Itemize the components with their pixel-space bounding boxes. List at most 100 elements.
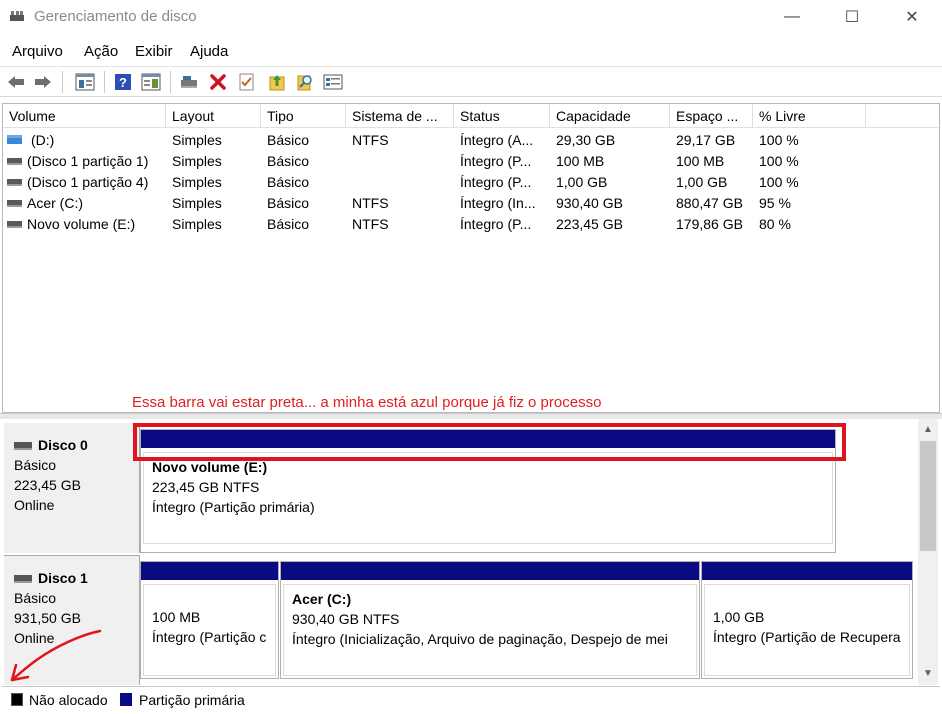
help-button[interactable]: ? xyxy=(112,72,134,92)
connect-drive-icon xyxy=(181,76,197,88)
partition-bar xyxy=(702,562,912,580)
details-icon xyxy=(323,74,343,90)
column-header-tipo[interactable]: Tipo xyxy=(261,104,346,128)
menu-arquivo[interactable]: Arquivo xyxy=(12,43,63,60)
column-header-capacidade[interactable]: Capacidade xyxy=(550,104,670,128)
cell-volume: Novo volume (E:) xyxy=(27,216,136,232)
checklist-button[interactable] xyxy=(236,72,258,92)
partition-size: 1,00 GB xyxy=(713,609,765,625)
back-arrow-icon xyxy=(8,76,24,88)
svg-text:?: ? xyxy=(119,75,127,90)
toolbar-separator xyxy=(62,71,63,93)
partition-status: Íntegro (Partição primária) xyxy=(152,499,315,515)
minimize-button[interactable]: — xyxy=(762,0,822,34)
cell-fs: NTFS xyxy=(352,195,389,211)
scroll-up-icon[interactable]: ▲ xyxy=(922,425,934,435)
forward-button[interactable] xyxy=(32,72,54,92)
partition-bar xyxy=(141,562,278,580)
cell-status: Íntegro (P... xyxy=(460,174,532,190)
cell-livre: 100 % xyxy=(759,174,799,190)
partition-disco1-p4[interactable]: 1,00 GB Íntegro (Partição de Recupera xyxy=(701,561,913,679)
partition-bar xyxy=(281,562,699,580)
highlight-box xyxy=(133,423,846,461)
table-row[interactable]: Novo volume (E:) Simples Básico NTFS Ínt… xyxy=(3,214,941,235)
disk-management-app-icon xyxy=(10,11,24,21)
menu-exibir[interactable]: Exibir xyxy=(135,43,173,60)
partition-body: 1,00 GB Íntegro (Partição de Recupera xyxy=(704,584,910,676)
partition-disco1-p1[interactable]: 100 MB Íntegro (Partição c xyxy=(140,561,279,679)
window-title: Gerenciamento de disco xyxy=(34,8,197,25)
drive-icon xyxy=(7,200,22,207)
partition-acer[interactable]: Acer (C:) 930,40 GB NTFS Íntegro (Inicia… xyxy=(280,561,700,679)
column-header-sistema[interactable]: Sistema de ... xyxy=(346,104,454,128)
column-header-espaco[interactable]: Espaço ... xyxy=(670,104,753,128)
partition-status: Íntegro (Partição de Recupera xyxy=(713,629,901,645)
cell-volume: (D:) xyxy=(31,132,55,148)
cell-tipo: Básico xyxy=(267,153,310,169)
cell-capacidade: 29,30 GB xyxy=(556,132,616,148)
partition-size: 100 MB xyxy=(152,609,201,625)
red-arrow-icon xyxy=(10,629,102,682)
close-button[interactable]: ✕ xyxy=(882,0,942,34)
annotation-text: Essa barra vai estar preta... a minha es… xyxy=(132,394,602,411)
vertical-scrollbar[interactable]: ▲ ▼ xyxy=(918,419,938,685)
help-icon: ? xyxy=(115,74,131,90)
maximize-button[interactable]: ☐ xyxy=(822,0,882,34)
cell-layout: Simples xyxy=(172,132,222,148)
legend-primary: Partição primária xyxy=(139,692,245,708)
cell-espaco: 880,47 GB xyxy=(676,195,743,211)
legend-swatch-unallocated xyxy=(11,693,23,706)
disk-0-label[interactable]: Disco 0 Básico 223,45 GB Online xyxy=(4,423,140,553)
disk-type: Básico xyxy=(14,457,57,473)
cell-layout: Simples xyxy=(172,174,222,190)
cell-espaco: 100 MB xyxy=(676,153,725,169)
search-button[interactable] xyxy=(294,72,316,92)
column-header-volume[interactable]: Volume xyxy=(3,104,166,128)
table-row[interactable]: (D:) Simples Básico NTFS Íntegro (A... 2… xyxy=(3,130,941,151)
properties-pane-button[interactable] xyxy=(74,72,96,92)
column-header-livre[interactable]: % Livre xyxy=(753,104,866,128)
delete-icon xyxy=(210,74,226,90)
cell-capacidade: 223,45 GB xyxy=(556,216,623,232)
drive-icon xyxy=(7,221,22,228)
cell-capacidade: 100 MB xyxy=(556,153,605,169)
delete-button[interactable] xyxy=(207,72,229,92)
column-header-empty xyxy=(866,104,941,128)
cell-espaco: 29,17 GB xyxy=(676,132,736,148)
menu-acao[interactable]: Ação xyxy=(84,43,118,60)
console-view-icon xyxy=(141,73,161,91)
cell-tipo: Básico xyxy=(267,132,310,148)
menu-ajuda[interactable]: Ajuda xyxy=(190,43,228,60)
title-bar: Gerenciamento de disco — ☐ ✕ xyxy=(0,0,942,34)
back-button[interactable] xyxy=(5,72,27,92)
drive-icon xyxy=(7,158,22,165)
column-header-layout[interactable]: Layout xyxy=(166,104,261,128)
upload-button[interactable] xyxy=(266,72,288,92)
cell-status: Íntegro (In... xyxy=(460,195,536,211)
upload-icon xyxy=(269,75,285,91)
disk-icon xyxy=(14,575,32,584)
details-button[interactable] xyxy=(322,72,344,92)
cell-capacidade: 1,00 GB xyxy=(556,174,608,190)
cell-tipo: Básico xyxy=(267,216,310,232)
column-header-status[interactable]: Status xyxy=(454,104,550,128)
toolbar: ? xyxy=(0,66,942,97)
scroll-down-icon[interactable]: ▼ xyxy=(922,669,934,679)
console-view-button[interactable] xyxy=(140,72,162,92)
cell-volume: (Disco 1 partição 4) xyxy=(27,174,149,190)
table-row[interactable]: (Disco 1 partição 1) Simples Básico Ínte… xyxy=(3,151,941,172)
cell-fs: NTFS xyxy=(352,132,389,148)
cell-capacidade: 930,40 GB xyxy=(556,195,623,211)
cell-status: Íntegro (P... xyxy=(460,153,532,169)
minimize-icon: — xyxy=(784,8,800,25)
legend-bar: Não alocado Partição primária xyxy=(2,686,940,712)
table-row[interactable]: Acer (C:) Simples Básico NTFS Íntegro (I… xyxy=(3,193,941,214)
scroll-thumb[interactable] xyxy=(920,441,936,551)
cell-espaco: 179,86 GB xyxy=(676,216,743,232)
disk-name: Disco 1 xyxy=(38,570,88,586)
cell-status: Íntegro (A... xyxy=(460,132,534,148)
partition-title: Acer (C:) xyxy=(292,591,352,607)
table-row[interactable]: (Disco 1 partição 4) Simples Básico Ínte… xyxy=(3,172,941,193)
cell-livre: 80 % xyxy=(759,216,791,232)
connect-drive-button[interactable] xyxy=(178,72,200,92)
